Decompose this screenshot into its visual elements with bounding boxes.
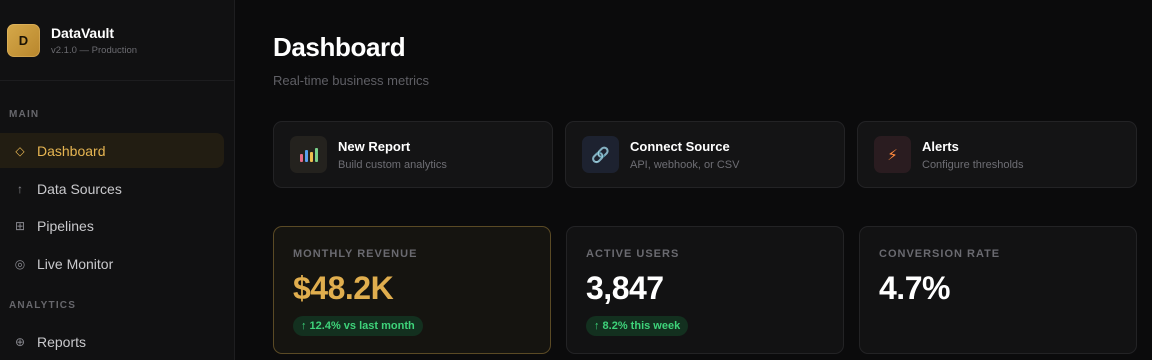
new-report-card[interactable]: New Report Build custom analytics — [273, 121, 553, 188]
section-label-analytics: ANALYTICS — [9, 300, 77, 311]
metric-card-active-users[interactable]: ACTIVE USERS 3,847 ↑ 8.2% this week — [566, 226, 844, 354]
main-content: Dashboard Real-time business metrics New… — [235, 0, 1152, 360]
metric-delta-badge: ↑ 12.4% vs last month — [293, 316, 423, 336]
action-text: Connect Source API, webhook, or CSV — [630, 139, 739, 171]
page-subtitle: Real-time business metrics — [273, 73, 430, 88]
sidebar: D DataVault v2.1.0 — Production MAIN ◇ D… — [0, 0, 235, 360]
page-title: Dashboard — [273, 32, 406, 62]
action-text: New Report Build custom analytics — [338, 139, 447, 171]
brand-name: DataVault — [51, 24, 114, 41]
sidebar-item-label: Live Monitor — [37, 255, 114, 272]
metric-card-conversion-rate[interactable]: CONVERSION RATE 4.7% — [859, 226, 1137, 354]
brand-logo: D — [7, 23, 40, 57]
sidebar-item-pipelines[interactable]: ⊞ Pipelines — [0, 208, 224, 243]
section-label-main: MAIN — [9, 109, 40, 120]
app-root: D DataVault v2.1.0 — Production MAIN ◇ D… — [0, 0, 1152, 360]
brand-text: DataVault v2.1.0 — Production — [51, 25, 137, 56]
grid-icon: ⊞ — [14, 218, 26, 233]
sidebar-item-data-sources[interactable]: ↑ Data Sources — [0, 171, 224, 206]
sidebar-item-dashboard[interactable]: ◇ Dashboard — [0, 133, 224, 168]
action-title: Alerts — [922, 138, 959, 154]
alerts-card[interactable]: ⚡ Alerts Configure thresholds — [857, 121, 1137, 188]
arrow-up-icon: ↑ — [17, 181, 23, 196]
sidebar-item-label: Data Sources — [37, 180, 122, 197]
globe-icon: ⊕ — [14, 334, 26, 349]
sidebar-item-label: Pipelines — [37, 217, 94, 234]
metric-label: MONTHLY REVENUE — [293, 248, 418, 260]
sidebar-item-live-monitor[interactable]: ◎ Live Monitor — [0, 246, 224, 281]
action-text: Alerts Configure thresholds — [922, 139, 1024, 171]
metric-delta-badge: ↑ 8.2% this week — [586, 316, 689, 336]
metric-value: $48.2K — [293, 270, 394, 306]
action-title: Connect Source — [630, 138, 730, 154]
lightning-icon: ⚡ — [874, 136, 911, 173]
sidebar-item-label: Dashboard — [37, 142, 106, 159]
diamond-icon: ◇ — [15, 143, 25, 158]
metric-value: 3,847 — [586, 270, 664, 306]
metric-label: CONVERSION RATE — [879, 248, 1001, 260]
metric-card-revenue[interactable]: MONTHLY REVENUE $48.2K ↑ 12.4% vs last m… — [273, 226, 551, 354]
action-description: Configure thresholds — [922, 158, 1024, 171]
action-description: Build custom analytics — [338, 158, 447, 171]
metric-label: ACTIVE USERS — [586, 248, 680, 260]
brand-header[interactable]: D DataVault v2.1.0 — Production — [0, 0, 234, 81]
brand-version: v2.1.0 — Production — [51, 44, 138, 56]
connect-source-card[interactable]: 🔗 Connect Source API, webhook, or CSV — [565, 121, 845, 188]
target-icon: ◎ — [14, 256, 26, 271]
sidebar-item-label: Reports — [37, 333, 87, 350]
action-description: API, webhook, or CSV — [630, 158, 740, 171]
link-icon: 🔗 — [582, 136, 619, 173]
metric-value: 4.7% — [879, 270, 950, 306]
action-title: New Report — [338, 138, 411, 154]
bar-chart-icon — [290, 136, 327, 173]
sidebar-item-reports[interactable]: ⊕ Reports — [0, 324, 224, 359]
